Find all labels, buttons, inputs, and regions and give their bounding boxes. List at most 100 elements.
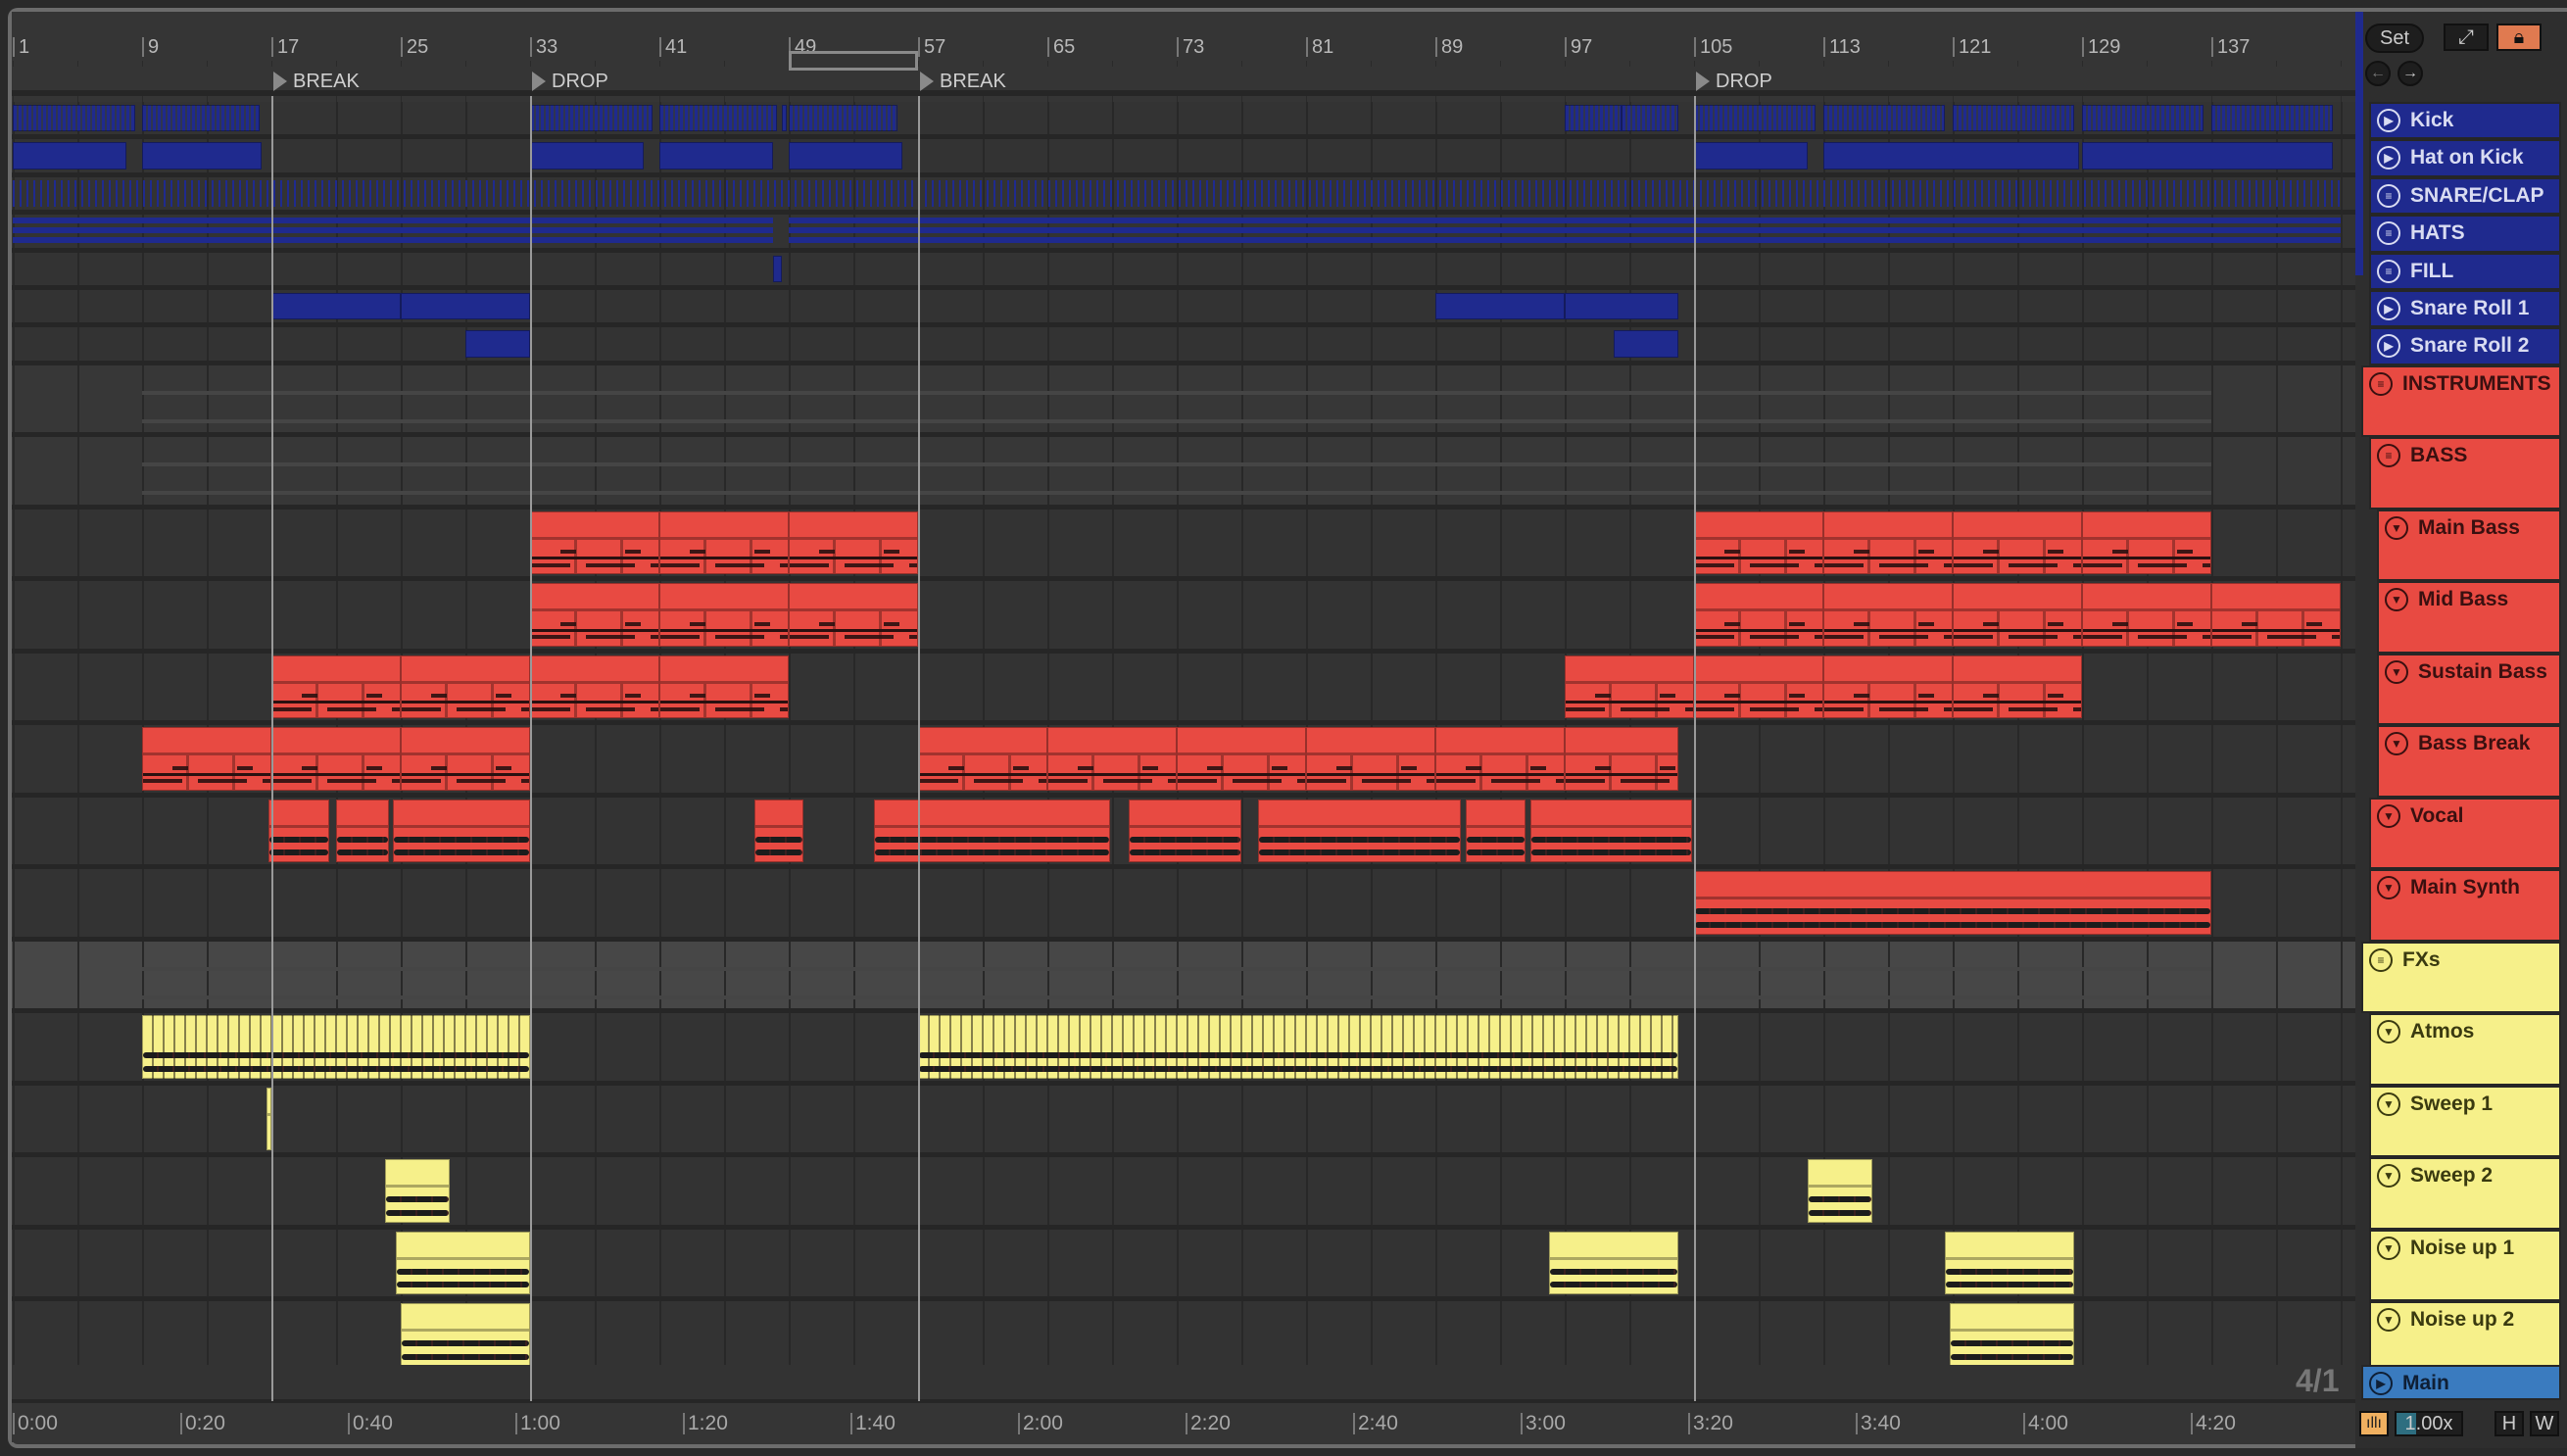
clip[interactable] [1565, 105, 1622, 132]
clip[interactable] [659, 583, 789, 647]
track-header-noise-up-2[interactable]: ▼ Noise up 2 [2369, 1301, 2561, 1374]
clip[interactable] [1823, 655, 1953, 719]
clip[interactable] [1807, 1159, 1872, 1223]
track-header-fxs[interactable]: ≡ FXs [2361, 941, 2561, 1014]
clip[interactable] [1613, 330, 1678, 358]
clip[interactable] [530, 218, 773, 245]
clip[interactable] [2082, 510, 2211, 575]
follow-button[interactable]: ⤢ [2444, 24, 2489, 51]
locator-break[interactable]: BREAK [271, 69, 360, 94]
loop-brace[interactable] [789, 51, 918, 71]
clip[interactable] [1953, 105, 2074, 132]
clip[interactable] [401, 727, 530, 791]
clip[interactable] [918, 727, 1047, 791]
group-icon[interactable]: ≡ [2369, 947, 2393, 972]
clip[interactable] [1953, 583, 2082, 647]
track-header-main-synth[interactable]: ▼ Main Synth [2369, 869, 2561, 942]
clip[interactable] [1530, 799, 1693, 863]
locator-drop[interactable]: DROP [530, 69, 608, 94]
fold-icon[interactable]: ▼ [2377, 876, 2400, 900]
track-header-instruments[interactable]: ≡ INSTRUMENTS [2361, 364, 2561, 438]
track-header-main[interactable]: ▶ Main [2361, 1365, 2561, 1400]
track-header-kick[interactable]: ▶ Kick [2369, 102, 2561, 140]
clip[interactable] [401, 1303, 530, 1367]
lock-button[interactable]: 🔒︎ [2496, 24, 2542, 51]
track-header-snare-roll-1[interactable]: ▶ Snare Roll 1 [2369, 290, 2561, 328]
clip[interactable] [142, 142, 263, 170]
forward-arrow-button[interactable]: → [2397, 61, 2423, 86]
track-header-sweep-2[interactable]: ▼ Sweep 2 [2369, 1157, 2561, 1230]
clip[interactable] [1953, 510, 2082, 575]
clip[interactable] [530, 142, 644, 170]
track-header-noise-up-1[interactable]: ▼ Noise up 1 [2369, 1229, 2561, 1302]
track-header-hats[interactable]: ≡ HATS [2369, 215, 2561, 253]
clip[interactable] [2082, 142, 2333, 170]
clip[interactable] [465, 330, 530, 358]
clip[interactable] [2082, 105, 2204, 132]
clip[interactable] [1694, 510, 1823, 575]
clip[interactable] [1565, 727, 1678, 791]
clip[interactable] [659, 510, 789, 575]
clip[interactable] [1306, 727, 1435, 791]
play-icon[interactable]: ▶ [2377, 146, 2400, 170]
clip[interactable] [142, 1015, 530, 1079]
clip[interactable] [1694, 871, 2211, 935]
clip[interactable] [659, 655, 789, 719]
clip[interactable] [1621, 105, 1678, 132]
fold-icon[interactable]: ▼ [2377, 1236, 2400, 1260]
group-icon[interactable]: ≡ [2377, 259, 2400, 283]
clip[interactable] [1823, 142, 2079, 170]
group-icon[interactable]: ≡ [2369, 371, 2393, 396]
clip[interactable] [1949, 1303, 2074, 1367]
clip[interactable] [2211, 583, 2341, 647]
fold-icon[interactable]: ▼ [2377, 1020, 2400, 1044]
clip[interactable] [874, 799, 1111, 863]
fold-icon[interactable]: ▼ [2385, 515, 2408, 540]
clip[interactable] [789, 105, 897, 132]
group-icon[interactable]: ≡ [2377, 221, 2400, 246]
clip[interactable] [789, 218, 2341, 245]
track-header-atmos[interactable]: ▼ Atmos [2369, 1013, 2561, 1086]
track-header-hat-on-kick[interactable]: ▶ Hat on Kick [2369, 139, 2561, 177]
fold-icon[interactable]: ▼ [2385, 588, 2408, 612]
clip[interactable] [1565, 293, 1678, 320]
clip[interactable] [789, 583, 918, 647]
fold-icon[interactable]: ▼ [2385, 659, 2408, 684]
clip[interactable] [1694, 142, 1808, 170]
clip[interactable] [789, 510, 918, 575]
fold-icon[interactable]: ▼ [2385, 732, 2408, 756]
clip[interactable] [530, 655, 659, 719]
clip[interactable] [1047, 727, 1177, 791]
clip[interactable] [13, 105, 136, 132]
track-header-sweep-1[interactable]: ▼ Sweep 1 [2369, 1085, 2561, 1158]
clip[interactable] [271, 727, 401, 791]
clip[interactable] [782, 105, 788, 132]
fold-icon[interactable]: ▼ [2377, 1164, 2400, 1189]
clip[interactable] [1177, 727, 1306, 791]
clip[interactable] [1823, 583, 1953, 647]
play-icon[interactable]: ▶ [2369, 1372, 2393, 1395]
clip[interactable] [1823, 510, 1953, 575]
fold-icon[interactable]: ▼ [2377, 803, 2400, 828]
play-icon[interactable]: ▶ [2377, 109, 2400, 132]
clip[interactable] [1128, 799, 1241, 863]
optimize-width-button[interactable]: W [2530, 1411, 2559, 1436]
track-header-bass-break[interactable]: ▼ Bass Break [2377, 725, 2561, 798]
track-header-mid-bass[interactable]: ▼ Mid Bass [2377, 581, 2561, 654]
clip[interactable] [13, 179, 2341, 208]
clip[interactable] [1435, 727, 1565, 791]
clip[interactable] [401, 655, 530, 719]
clip[interactable] [918, 1015, 1678, 1079]
group-icon[interactable]: ≡ [2377, 444, 2400, 468]
track-header-bass[interactable]: ≡ BASS [2369, 437, 2561, 510]
clip[interactable] [401, 293, 530, 320]
clip[interactable] [271, 293, 401, 320]
clip[interactable] [1823, 105, 1945, 132]
play-icon[interactable]: ▶ [2377, 297, 2400, 320]
locator-drop[interactable]: DROP [1694, 69, 1772, 94]
play-icon[interactable]: ▶ [2377, 334, 2400, 359]
clip[interactable] [271, 655, 401, 719]
clip[interactable] [1694, 583, 1823, 647]
group-icon[interactable]: ≡ [2377, 183, 2400, 208]
clip[interactable] [1944, 1231, 2074, 1295]
